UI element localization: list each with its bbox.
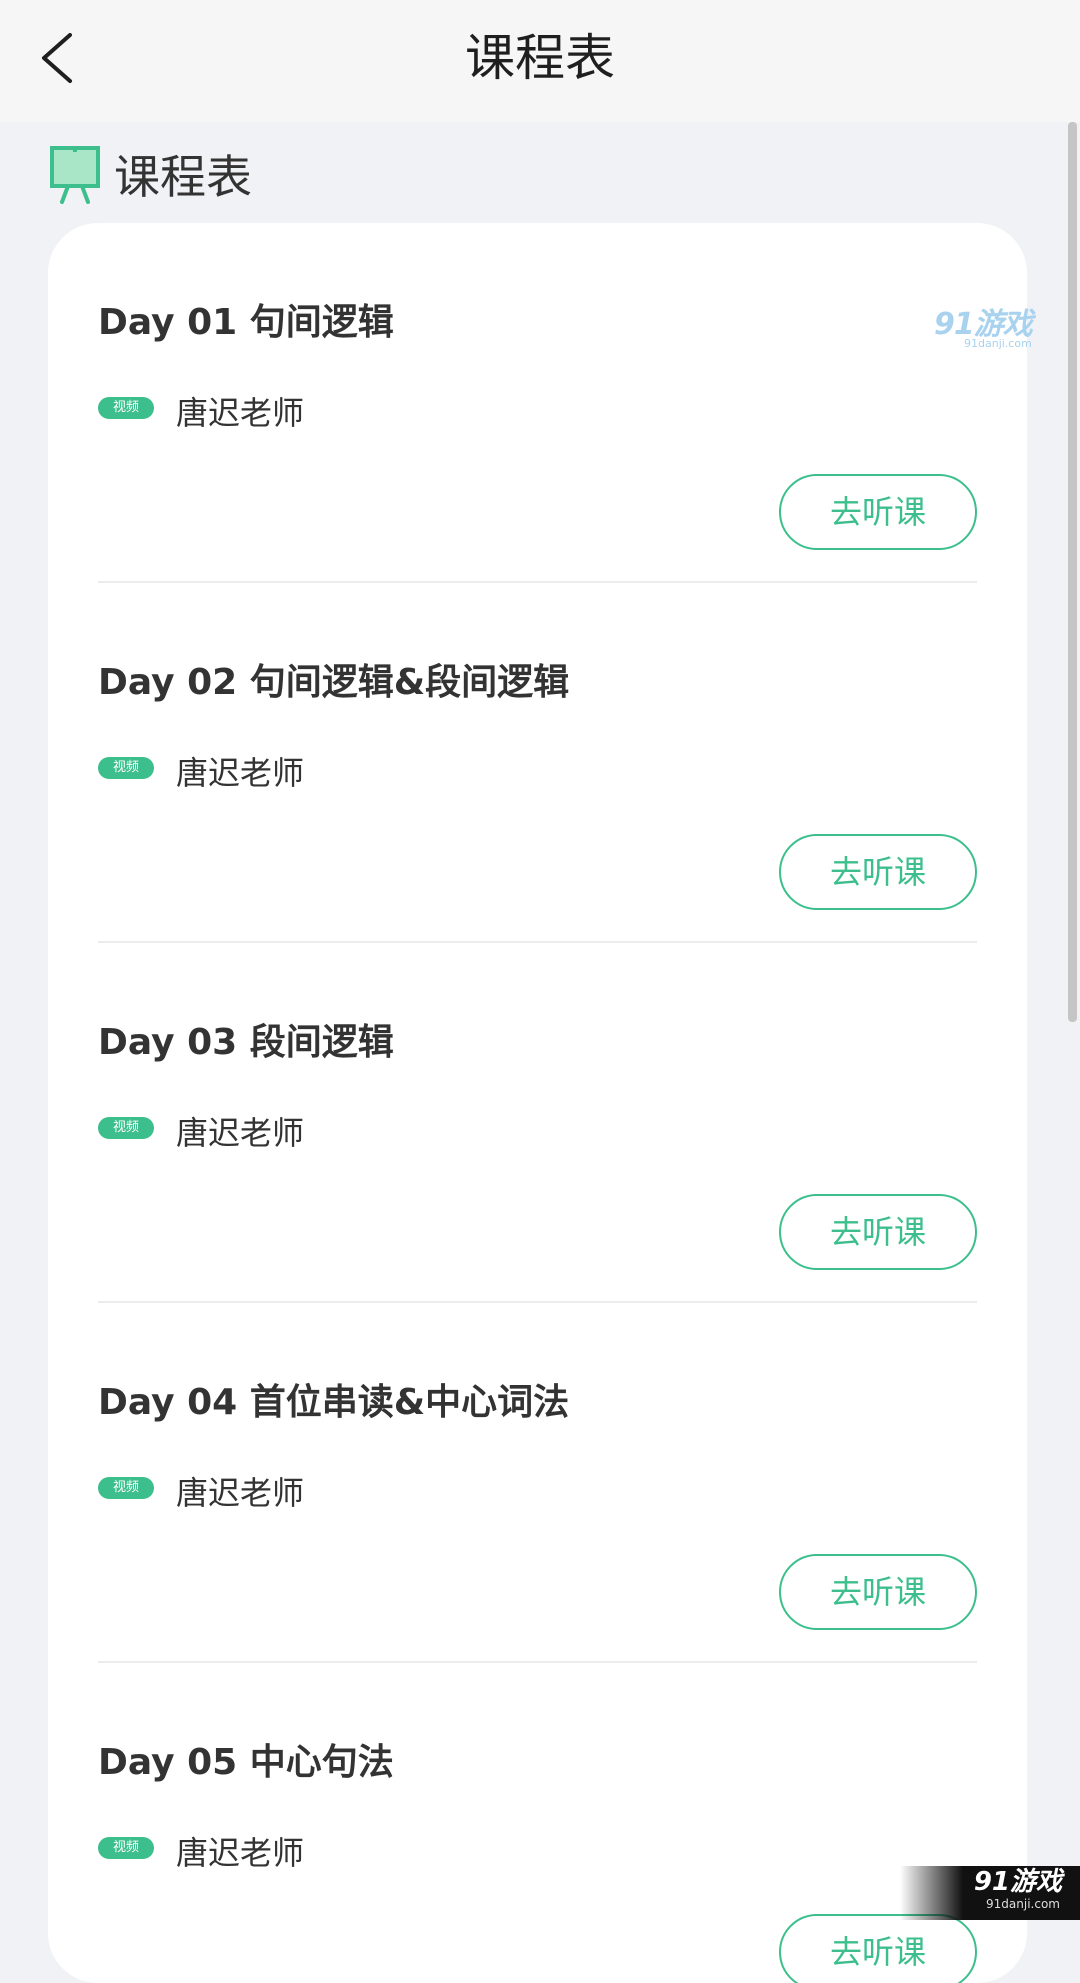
listen-button[interactable]: 去听课: [779, 474, 977, 550]
video-tag: 视频: [98, 757, 154, 779]
video-tag: 视频: [98, 1117, 154, 1139]
section-title: 课程表: [114, 150, 252, 204]
teacher-name: 唐迟老师: [176, 1114, 305, 1152]
lesson-item: Day 04 首位串读&中心词法 视频 唐迟老师 去听课: [98, 1303, 977, 1663]
lesson-title: Day 05 中心句法: [98, 1742, 394, 1783]
lesson-title: Day 02 句间逻辑&段间逻辑: [98, 662, 570, 703]
scrollbar[interactable]: [1068, 122, 1077, 1022]
lesson-item: Day 01 句间逻辑 视频 唐迟老师 去听课: [98, 223, 977, 583]
lesson-item: Day 02 句间逻辑&段间逻辑 视频 唐迟老师 去听课: [98, 583, 977, 943]
lesson-list-card: Day 01 句间逻辑 视频 唐迟老师 去听课 Day 02 句间逻辑&段间逻辑…: [48, 223, 1027, 1983]
lesson-item: Day 05 中心句法 视频 唐迟老师 去听课: [98, 1663, 977, 1983]
lesson-title: Day 03 段间逻辑: [98, 1022, 394, 1063]
listen-button[interactable]: 去听课: [779, 1194, 977, 1270]
teacher-name: 唐迟老师: [176, 394, 305, 432]
listen-button[interactable]: 去听课: [779, 1914, 977, 1983]
video-tag: 视频: [98, 1837, 154, 1859]
teacher-name: 唐迟老师: [176, 754, 305, 792]
presentation-board-icon: [50, 146, 100, 204]
lesson-title: Day 04 首位串读&中心词法: [98, 1382, 570, 1423]
video-tag: 视频: [98, 397, 154, 419]
page-title: 课程表: [465, 29, 615, 87]
teacher-name: 唐迟老师: [176, 1834, 305, 1872]
listen-button[interactable]: 去听课: [779, 1554, 977, 1630]
navigation-bar: 课程表: [0, 0, 1080, 122]
listen-button[interactable]: 去听课: [779, 834, 977, 910]
section-header: 课程表: [48, 142, 252, 206]
corner-logo: 91游戏 91danji.com: [900, 1866, 1080, 1920]
video-tag: 视频: [98, 1477, 154, 1499]
watermark-url: 91danji.com: [964, 337, 1032, 350]
lesson-title: Day 01 句间逻辑: [98, 302, 394, 343]
watermark: 91游戏 91danji.com: [934, 310, 1033, 350]
corner-logo-url: 91danji.com: [986, 1897, 1060, 1911]
teacher-name: 唐迟老师: [176, 1474, 305, 1512]
corner-logo-text: 91游戏: [973, 1867, 1062, 1897]
lesson-item: Day 03 段间逻辑 视频 唐迟老师 去听课: [98, 943, 977, 1303]
